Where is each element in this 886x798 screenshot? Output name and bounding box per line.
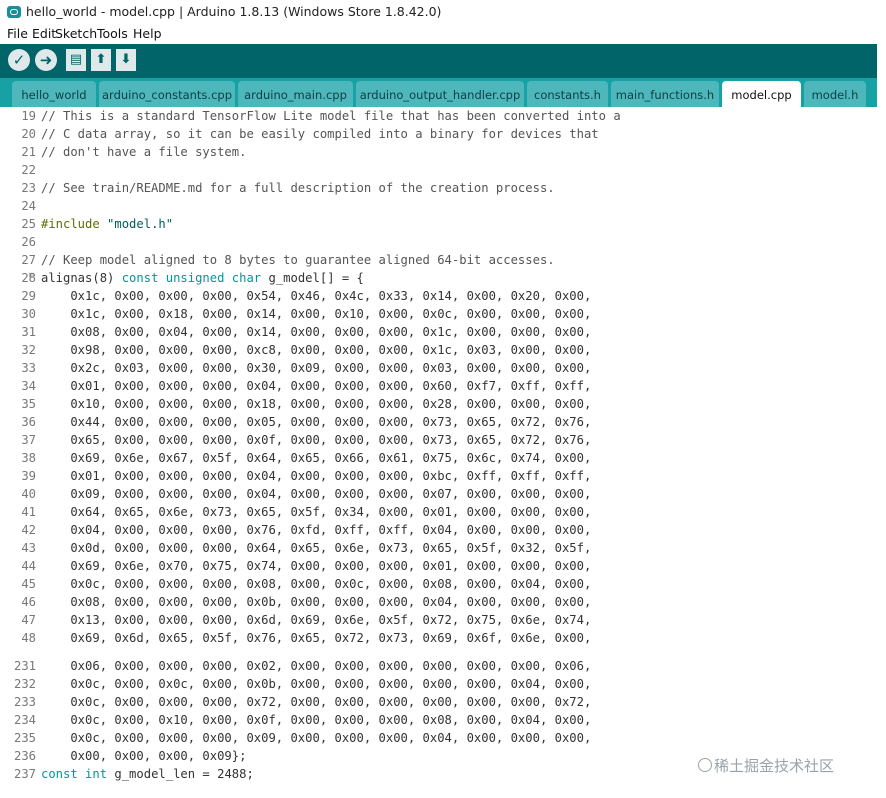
window-title: hello_world - model.cpp | Arduino 1.8.13… — [26, 4, 442, 19]
code-line: 0x01, 0x00, 0x00, 0x00, 0x04, 0x00, 0x00… — [41, 469, 592, 483]
code-line: // don't have a file system. — [41, 145, 247, 159]
code-line: 0x69, 0x6e, 0x67, 0x5f, 0x64, 0x65, 0x66… — [41, 451, 592, 465]
line-number: 41 — [21, 505, 36, 519]
tab-main-functions-h[interactable]: main_functions.h — [611, 81, 719, 107]
code-line: 0x00, 0x00, 0x00, 0x09}; — [41, 749, 247, 763]
line-number: 21 — [21, 145, 36, 159]
line-number: 23 — [21, 181, 36, 195]
code-line: 0x44, 0x00, 0x00, 0x00, 0x05, 0x00, 0x00… — [41, 415, 592, 429]
code-editor[interactable]: 19 // This is a standard TensorFlow Lite… — [0, 107, 877, 798]
code-line-include: #include "model.h" — [41, 217, 174, 231]
code-line: 0x64, 0x65, 0x6e, 0x73, 0x65, 0x5f, 0x34… — [41, 505, 592, 519]
line-number: 26 — [21, 235, 36, 249]
tab-hello-world[interactable]: hello_world — [12, 81, 96, 107]
tab-strip: hello_world arduino_constants.cpp arduin… — [0, 78, 877, 107]
code-line: 0x0c, 0x00, 0x10, 0x00, 0x0f, 0x00, 0x00… — [41, 713, 592, 727]
code-line: 0x09, 0x00, 0x00, 0x00, 0x04, 0x00, 0x00… — [41, 487, 592, 501]
line-number: 25 — [21, 217, 36, 231]
line-number: 27 — [21, 253, 36, 267]
tab-constants-h[interactable]: constants.h — [527, 81, 608, 107]
line-number: 234 — [13, 713, 36, 727]
tab-arduino-output-handler[interactable]: arduino_output_handler.cpp — [356, 81, 524, 107]
code-line: 0x06, 0x00, 0x00, 0x00, 0x02, 0x00, 0x00… — [41, 659, 592, 673]
code-line: 0x1c, 0x00, 0x18, 0x00, 0x14, 0x00, 0x10… — [41, 307, 592, 321]
code-line: 0x69, 0x6e, 0x70, 0x75, 0x74, 0x00, 0x00… — [41, 559, 592, 573]
code-line-model-len: const int g_model_len = 2488; — [41, 767, 254, 781]
code-line: // Keep model aligned to 8 bytes to guar… — [41, 253, 555, 267]
line-number: 44 — [21, 559, 36, 573]
line-number: 36 — [21, 415, 36, 429]
line-number: 31 — [21, 325, 36, 339]
line-number: 33 — [21, 361, 36, 375]
line-number: 37 — [21, 433, 36, 447]
save-icon[interactable]: ⬇ — [116, 49, 136, 71]
tab-model-cpp[interactable]: model.cpp — [722, 81, 801, 107]
code-line: 0x65, 0x00, 0x00, 0x00, 0x0f, 0x00, 0x00… — [41, 433, 592, 447]
line-number: 45 — [21, 577, 36, 591]
code-line: // See train/README.md for a full descri… — [41, 181, 555, 195]
fold-marker-icon[interactable]: ⊟ — [29, 271, 34, 281]
code-line: 0x2c, 0x03, 0x00, 0x00, 0x30, 0x09, 0x00… — [41, 361, 592, 375]
tab-arduino-constants[interactable]: arduino_constants.cpp — [99, 81, 235, 107]
line-number: 47 — [21, 613, 36, 627]
code-line: 0x1c, 0x00, 0x00, 0x00, 0x54, 0x46, 0x4c… — [41, 289, 592, 303]
line-number: 35 — [21, 397, 36, 411]
tab-model-h[interactable]: model.h — [804, 81, 866, 107]
line-number: 48 — [21, 631, 36, 645]
code-line: 0x69, 0x6d, 0x65, 0x5f, 0x76, 0x65, 0x72… — [41, 631, 592, 645]
line-number: 232 — [13, 677, 36, 691]
right-edge — [877, 44, 886, 798]
line-number: 19 — [21, 109, 36, 123]
code-line: // C data array, so it can be easily com… — [41, 127, 599, 141]
line-number: 42 — [21, 523, 36, 537]
code-line: 0x0c, 0x00, 0x00, 0x00, 0x08, 0x00, 0x0c… — [41, 577, 592, 591]
code-line: 0x10, 0x00, 0x00, 0x00, 0x18, 0x00, 0x00… — [41, 397, 592, 411]
verify-icon[interactable]: ✓ — [8, 49, 30, 71]
line-number: 46 — [21, 595, 36, 609]
code-line: 0x0c, 0x00, 0x00, 0x00, 0x09, 0x00, 0x00… — [41, 731, 592, 745]
line-number: 40 — [21, 487, 36, 501]
upload-icon[interactable]: ➜ — [35, 49, 57, 71]
code-line: 0x04, 0x00, 0x00, 0x00, 0x76, 0xfd, 0xff… — [41, 523, 592, 537]
code-line: 0x0c, 0x00, 0x0c, 0x00, 0x0b, 0x00, 0x00… — [41, 677, 592, 691]
menu-tools[interactable]: Tools — [97, 26, 128, 41]
arduino-app-icon — [7, 6, 21, 18]
line-number: 34 — [21, 379, 36, 393]
line-number: 22 — [21, 163, 36, 177]
code-line: 0x08, 0x00, 0x04, 0x00, 0x14, 0x00, 0x00… — [41, 325, 592, 339]
watermark-icon — [698, 758, 712, 772]
line-number: 235 — [13, 731, 36, 745]
window-titlebar: hello_world - model.cpp | Arduino 1.8.13… — [0, 0, 886, 25]
open-icon[interactable]: ⬆ — [91, 49, 111, 71]
line-number: 231 — [13, 659, 36, 673]
line-number: 233 — [13, 695, 36, 709]
watermark: 稀土掘金技术社区 — [714, 757, 835, 775]
code-line-array-decl: alignas(8) const unsigned char g_model[]… — [41, 271, 364, 285]
menu-sketch[interactable]: Sketch — [55, 26, 97, 41]
code-line: 0x0c, 0x00, 0x00, 0x00, 0x72, 0x00, 0x00… — [41, 695, 592, 709]
line-number: 32 — [21, 343, 36, 357]
tab-arduino-main[interactable]: arduino_main.cpp — [238, 81, 353, 107]
line-number: 20 — [21, 127, 36, 141]
line-number: 236 — [13, 749, 36, 763]
code-line: 0x0d, 0x00, 0x00, 0x00, 0x64, 0x65, 0x6e… — [41, 541, 592, 555]
code-line: 0x08, 0x00, 0x00, 0x00, 0x0b, 0x00, 0x00… — [41, 595, 592, 609]
toolbar: ✓ ➜ ▤ ⬆ ⬇ — [0, 44, 877, 78]
menu-help[interactable]: Help — [133, 26, 162, 41]
code-line: // This is a standard TensorFlow Lite mo… — [41, 109, 621, 123]
line-number: 38 — [21, 451, 36, 465]
menu-bar: File Edit Sketch Tools Help — [0, 25, 886, 44]
line-number: 24 — [21, 199, 36, 213]
menu-file[interactable]: File — [7, 26, 28, 41]
code-line: 0x98, 0x00, 0x00, 0x00, 0xc8, 0x00, 0x00… — [41, 343, 592, 357]
code-line: 0x01, 0x00, 0x00, 0x00, 0x04, 0x00, 0x00… — [41, 379, 592, 393]
new-icon[interactable]: ▤ — [66, 49, 86, 71]
line-number: 43 — [21, 541, 36, 555]
line-number: 30 — [21, 307, 36, 321]
line-number: 39 — [21, 469, 36, 483]
line-number: 29 — [21, 289, 36, 303]
code-line: 0x13, 0x00, 0x00, 0x00, 0x6d, 0x69, 0x6e… — [41, 613, 592, 627]
line-number: 237 — [13, 767, 36, 781]
menu-edit[interactable]: Edit — [32, 26, 56, 41]
